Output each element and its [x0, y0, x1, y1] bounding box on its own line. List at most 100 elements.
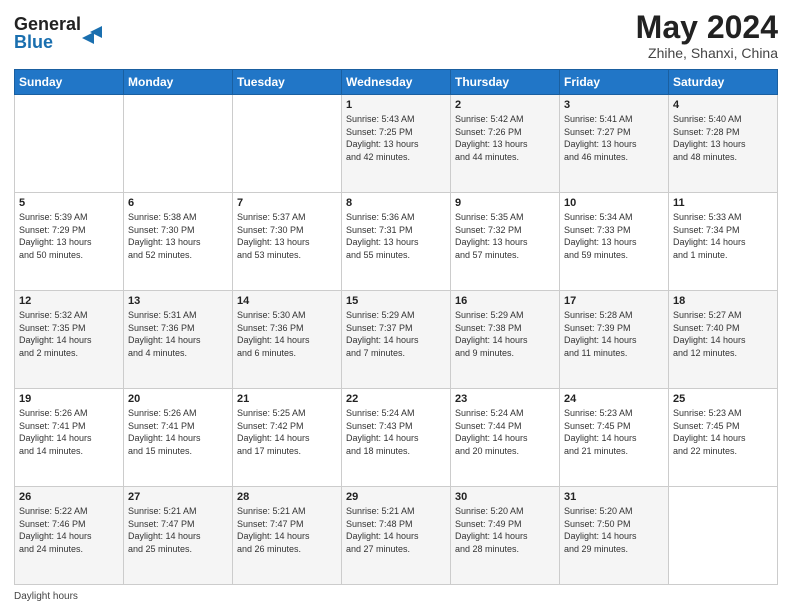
page: General Blue May 2024 Zhihe, Shanxi, Chi…: [0, 0, 792, 612]
calendar-day-30: 30Sunrise: 5:20 AM Sunset: 7:49 PM Dayli…: [451, 487, 560, 585]
day-number: 5: [19, 197, 119, 209]
calendar-day-header-friday: Friday: [560, 70, 669, 95]
calendar-day-13: 13 Sunrise: 5:31 AM Sunset: 7:36 PM Dayli…: [124, 291, 233, 389]
calendar-day-16: 16 Sunrise: 5:29 AM Sunset: 7:38 PM Dayli…: [451, 291, 560, 389]
calendar-table: SundayMondayTuesdayWednesdayThursdayFrid…: [14, 69, 778, 585]
calendar-day-2: 2 Sunrise: 5:42 AM Sunset: 7:26 PM Daylig…: [451, 95, 560, 193]
day-number: 3: [564, 99, 664, 111]
day-info: Sunrise: 5:41 AM Sunset: 7:27 PM Dayligh…: [564, 113, 664, 163]
day-info: Sunrise: 5:26 AM Sunset: 7:41 PM Dayligh…: [19, 407, 119, 457]
day-number: 7: [237, 197, 337, 209]
day-info: Sunrise: 5:39 AM Sunset: 7:29 PM Dayligh…: [19, 211, 119, 261]
location: Zhihe, Shanxi, China: [636, 45, 778, 61]
day-number: 2: [455, 99, 555, 111]
day-info: Sunrise: 5:38 AM Sunset: 7:30 PM Dayligh…: [128, 211, 228, 261]
day-info: Sunrise: 5:34 AM Sunset: 7:33 PM Dayligh…: [564, 211, 664, 261]
day-number: 6: [128, 197, 228, 209]
calendar-day-5: 5 Sunrise: 5:39 AM Sunset: 7:29 PM Daylig…: [15, 193, 124, 291]
calendar-day-1: 1Sunrise: 5:43 AM Sunset: 7:25 PM Daylig…: [342, 95, 451, 193]
day-info: Sunrise: 5:33 AM Sunset: 7:34 PM Dayligh…: [673, 211, 773, 261]
day-number: 29: [346, 491, 446, 503]
day-info: Sunrise: 5:30 AM Sunset: 7:36 PM Dayligh…: [237, 309, 337, 359]
day-info: Sunrise: 5:29 AM Sunset: 7:38 PM Dayligh…: [455, 309, 555, 359]
day-number: 8: [346, 197, 446, 209]
logo-text: General Blue: [14, 10, 124, 59]
footer: Daylight hours: [14, 591, 778, 602]
day-info: Sunrise: 5:31 AM Sunset: 7:36 PM Dayligh…: [128, 309, 228, 359]
day-info: Sunrise: 5:21 AM Sunset: 7:47 PM Dayligh…: [128, 505, 228, 555]
day-info: Sunrise: 5:25 AM Sunset: 7:42 PM Dayligh…: [237, 407, 337, 457]
calendar-day-11: 11 Sunrise: 5:33 AM Sunset: 7:34 PM Dayli…: [669, 193, 778, 291]
calendar-day-12: 12Sunrise: 5:32 AM Sunset: 7:35 PM Dayli…: [15, 291, 124, 389]
day-number: 24: [564, 393, 664, 405]
day-number: 19: [19, 393, 119, 405]
day-number: 15: [346, 295, 446, 307]
calendar-day-4: 4Sunrise: 5:40 AM Sunset: 7:28 PM Daylig…: [669, 95, 778, 193]
header: General Blue May 2024 Zhihe, Shanxi, Chi…: [14, 10, 778, 61]
day-info: Sunrise: 5:24 AM Sunset: 7:44 PM Dayligh…: [455, 407, 555, 457]
calendar-day-24: 24Sunrise: 5:23 AM Sunset: 7:45 PM Dayli…: [560, 389, 669, 487]
calendar-day-3: 3 Sunrise: 5:41 AM Sunset: 7:27 PM Daylig…: [560, 95, 669, 193]
calendar-week-row: 26Sunrise: 5:22 AM Sunset: 7:46 PM Dayli…: [15, 487, 778, 585]
svg-text:Blue: Blue: [14, 32, 53, 52]
day-info: Sunrise: 5:21 AM Sunset: 7:48 PM Dayligh…: [346, 505, 446, 555]
day-number: 26: [19, 491, 119, 503]
calendar-day-18: 18 Sunrise: 5:27 AM Sunset: 7:40 PM Dayli…: [669, 291, 778, 389]
day-number: 10: [564, 197, 664, 209]
calendar-day-27: 27 Sunrise: 5:21 AM Sunset: 7:47 PM Dayli…: [124, 487, 233, 585]
calendar-day-20: 20 Sunrise: 5:26 AM Sunset: 7:41 PM Dayli…: [124, 389, 233, 487]
calendar-day-17: 17 Sunrise: 5:28 AM Sunset: 7:39 PM Dayli…: [560, 291, 669, 389]
calendar-day-header-wednesday: Wednesday: [342, 70, 451, 95]
month-title: May 2024: [636, 10, 778, 45]
calendar-day-15: 15 Sunrise: 5:29 AM Sunset: 7:37 PM Dayli…: [342, 291, 451, 389]
calendar-day-29: 29 Sunrise: 5:21 AM Sunset: 7:48 PM Dayli…: [342, 487, 451, 585]
calendar-header-row: SundayMondayTuesdayWednesdayThursdayFrid…: [15, 70, 778, 95]
calendar-day-26: 26Sunrise: 5:22 AM Sunset: 7:46 PM Dayli…: [15, 487, 124, 585]
calendar-day-header-saturday: Saturday: [669, 70, 778, 95]
day-info: Sunrise: 5:26 AM Sunset: 7:41 PM Dayligh…: [128, 407, 228, 457]
day-number: 27: [128, 491, 228, 503]
day-info: Sunrise: 5:28 AM Sunset: 7:39 PM Dayligh…: [564, 309, 664, 359]
day-number: 21: [237, 393, 337, 405]
day-number: 11: [673, 197, 773, 209]
calendar-week-row: 19 Sunrise: 5:26 AM Sunset: 7:41 PM Dayli…: [15, 389, 778, 487]
calendar-day-10: 10 Sunrise: 5:34 AM Sunset: 7:33 PM Dayli…: [560, 193, 669, 291]
calendar-day-header-sunday: Sunday: [15, 70, 124, 95]
day-info: Sunrise: 5:40 AM Sunset: 7:28 PM Dayligh…: [673, 113, 773, 163]
calendar-week-row: 12Sunrise: 5:32 AM Sunset: 7:35 PM Dayli…: [15, 291, 778, 389]
day-number: 20: [128, 393, 228, 405]
day-number: 22: [346, 393, 446, 405]
logo: General Blue: [14, 10, 124, 59]
calendar-day-9: 9 Sunrise: 5:35 AM Sunset: 7:32 PM Daylig…: [451, 193, 560, 291]
calendar-week-row: 5 Sunrise: 5:39 AM Sunset: 7:29 PM Daylig…: [15, 193, 778, 291]
day-info: Sunrise: 5:29 AM Sunset: 7:37 PM Dayligh…: [346, 309, 446, 359]
calendar-day-25: 25Sunrise: 5:23 AM Sunset: 7:45 PM Dayli…: [669, 389, 778, 487]
calendar-day-19: 19 Sunrise: 5:26 AM Sunset: 7:41 PM Dayli…: [15, 389, 124, 487]
calendar-day-header-thursday: Thursday: [451, 70, 560, 95]
day-number: 17: [564, 295, 664, 307]
day-info: Sunrise: 5:27 AM Sunset: 7:40 PM Dayligh…: [673, 309, 773, 359]
calendar-day-6: 6 Sunrise: 5:38 AM Sunset: 7:30 PM Daylig…: [124, 193, 233, 291]
day-number: 31: [564, 491, 664, 503]
day-number: 18: [673, 295, 773, 307]
calendar-day-31: 31Sunrise: 5:20 AM Sunset: 7:50 PM Dayli…: [560, 487, 669, 585]
day-info: Sunrise: 5:35 AM Sunset: 7:32 PM Dayligh…: [455, 211, 555, 261]
day-number: 28: [237, 491, 337, 503]
calendar-day-22: 22Sunrise: 5:24 AM Sunset: 7:43 PM Dayli…: [342, 389, 451, 487]
day-info: Sunrise: 5:23 AM Sunset: 7:45 PM Dayligh…: [673, 407, 773, 457]
calendar-day-7: 7Sunrise: 5:37 AM Sunset: 7:30 PM Daylig…: [233, 193, 342, 291]
title-block: May 2024 Zhihe, Shanxi, China: [636, 10, 778, 61]
daylight-hours-label: Daylight hours: [14, 591, 78, 602]
day-number: 16: [455, 295, 555, 307]
calendar-day-28: 28Sunrise: 5:21 AM Sunset: 7:47 PM Dayli…: [233, 487, 342, 585]
calendar-empty-cell: [124, 95, 233, 193]
day-info: Sunrise: 5:32 AM Sunset: 7:35 PM Dayligh…: [19, 309, 119, 359]
day-number: 13: [128, 295, 228, 307]
calendar-day-8: 8Sunrise: 5:36 AM Sunset: 7:31 PM Daylig…: [342, 193, 451, 291]
calendar-empty-cell: [15, 95, 124, 193]
day-info: Sunrise: 5:42 AM Sunset: 7:26 PM Dayligh…: [455, 113, 555, 163]
day-number: 9: [455, 197, 555, 209]
day-number: 23: [455, 393, 555, 405]
day-info: Sunrise: 5:20 AM Sunset: 7:49 PM Dayligh…: [455, 505, 555, 555]
day-number: 14: [237, 295, 337, 307]
